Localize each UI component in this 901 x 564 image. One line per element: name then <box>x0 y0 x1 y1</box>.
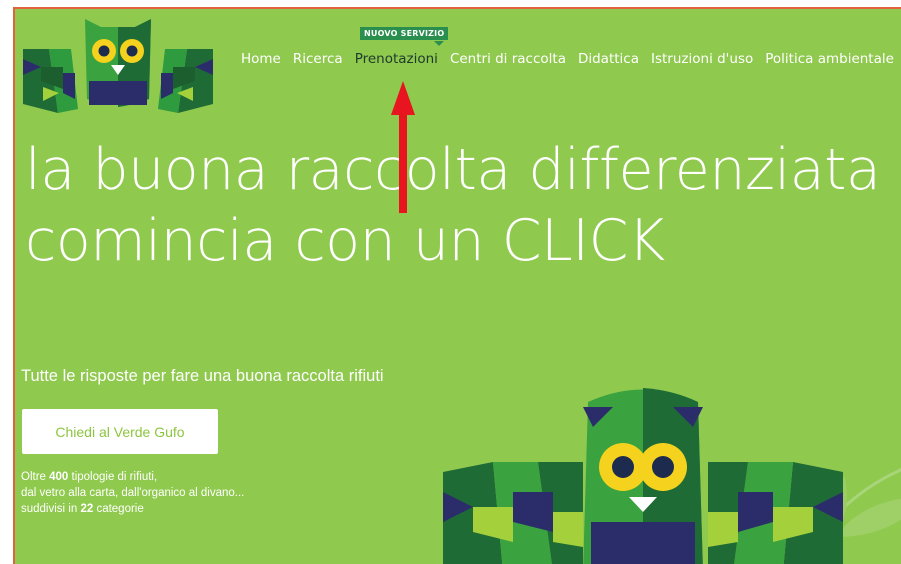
chiedi-verde-gufo-button[interactable]: Chiedi al Verde Gufo <box>22 409 218 454</box>
info-text: categorie <box>93 503 144 515</box>
info-text: dal vetro alla carta, dall'organico al d… <box>21 487 245 499</box>
page-content: NUOVO SERVIZIO Home Ricerca Prenotazioni Ce… <box>15 7 901 564</box>
badge-pointer <box>434 41 444 46</box>
hero-subtitle: Tutte le risposte per fare una buona rac… <box>21 367 384 385</box>
main-nav: Home Ricerca Prenotazioni Centri di raccolt… <box>241 51 901 67</box>
red-arrow-annotation <box>391 81 415 213</box>
info-text: tipologie di rifiuti, <box>68 471 158 483</box>
nav-istruzioni-uso[interactable]: Istruzioni d'uso <box>651 51 753 67</box>
info-count: 400 <box>49 471 69 483</box>
frame-border-top <box>15 7 901 9</box>
nav-prenotazioni[interactable]: Prenotazioni <box>355 51 438 67</box>
nav-home[interactable]: Home <box>241 51 281 67</box>
frame-border-left <box>13 7 15 564</box>
info-text: suddivisi in <box>21 503 81 515</box>
hero-line-1: la buona raccolta differenziata <box>25 137 881 203</box>
nav-politica-ambientale[interactable]: Politica ambientale <box>765 51 894 67</box>
nav-didattica[interactable]: Didattica <box>578 51 639 67</box>
info-text: Oltre <box>21 471 50 483</box>
owl-mascot-icon <box>443 388 843 564</box>
new-service-badge: NUOVO SERVIZIO <box>360 27 449 40</box>
hero-info: Oltre 400 tipologie di rifiuti, dal vetr… <box>21 469 244 517</box>
info-categories-count: 22 <box>80 503 94 515</box>
hero-headline: la buona raccolta differenziata comincia… <box>25 135 895 277</box>
owl-logo-icon[interactable] <box>23 9 213 113</box>
nav-centri-di-raccolta[interactable]: Centri di raccolta <box>450 51 566 67</box>
nav-ricerca[interactable]: Ricerca <box>293 51 343 67</box>
hero-line-2: comincia con un CLICK <box>25 208 665 274</box>
page-frame: NUOVO SERVIZIO Home Ricerca Prenotazioni Ce… <box>0 0 901 564</box>
